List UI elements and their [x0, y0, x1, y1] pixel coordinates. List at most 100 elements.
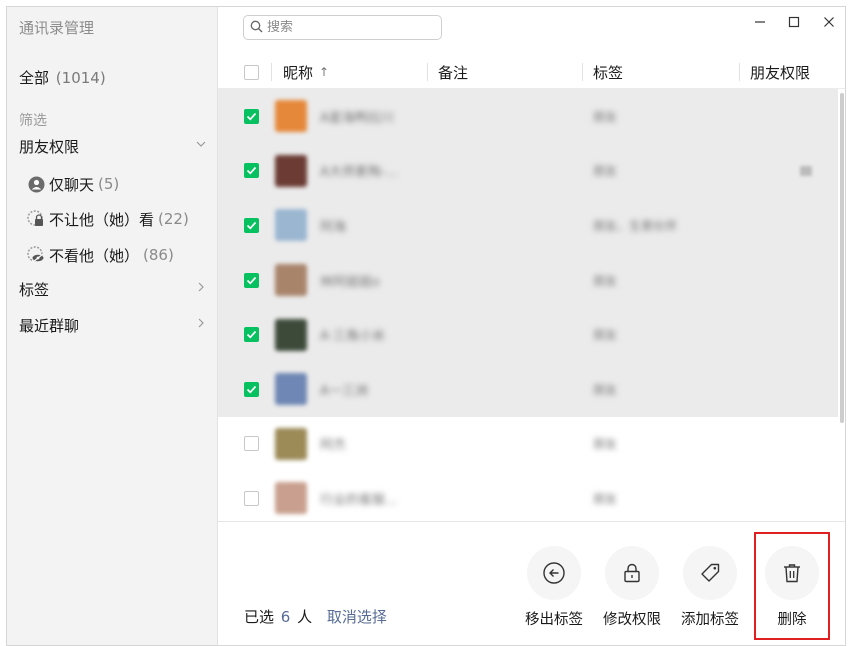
avatar [275, 154, 307, 187]
avatar [275, 100, 307, 133]
column-header-remark-label: 备注 [438, 63, 469, 82]
column-header-tags[interactable]: 标签 [593, 55, 623, 89]
contact-list: A星海鸭拉川 朋友 A大师素陶-... 朋友 阿海 朋友、生意伙伴 林阿姐姐o 朋友 A·三角小… [218, 89, 845, 521]
maximize-icon [788, 16, 800, 28]
row-checkbox[interactable] [244, 327, 259, 343]
selection-summary: 已选 6 人 取消选择 [244, 606, 387, 627]
search-input[interactable] [267, 20, 427, 35]
table-row[interactable]: A一三洲 朋友 [218, 362, 838, 417]
table-row[interactable]: 行业的客服... 朋友 [218, 471, 838, 521]
sidebar-item-all[interactable]: 全部 (1014) [19, 67, 106, 88]
row-checkbox[interactable] [244, 381, 259, 397]
modify-permission-button[interactable]: 修改权限 [597, 546, 667, 629]
column-header-remark[interactable]: 备注 [438, 55, 468, 89]
sidebar-group-recent-groups-label: 最近群聊 [19, 316, 80, 335]
table-row[interactable]: 阿杰 朋友 [218, 417, 838, 472]
row-checkbox[interactable] [244, 436, 259, 452]
contact-tags: 朋友 [593, 164, 618, 179]
contact-nickname: A·三角小米 [320, 329, 386, 345]
lock-icon [27, 210, 45, 228]
select-all-checkbox[interactable] [244, 64, 259, 80]
main-panel: 昵称 ↑ 备注 标签 朋友权限 A星海鸭拉川朋友A大师素陶-...朋友阿海朋友、… [218, 7, 845, 645]
column-header-friend-permission-label: 朋友权限 [750, 63, 811, 82]
sidebar-group-tags-label: 标签 [19, 280, 50, 299]
contact-tags: 朋友 [593, 491, 618, 506]
sidebar-item-hide-my-moments[interactable]: 不让他（她）看 (22) [27, 208, 189, 230]
table-header: 昵称 ↑ 备注 标签 朋友权限 [218, 55, 845, 89]
contacts-manager-window: 通讯录管理 全部 (1014) 筛选 朋友权限 仅聊天 (5) 不让他（她）看 … [6, 6, 846, 646]
contact-tags: 朋友、生意伙伴 [593, 218, 678, 233]
minimize-button[interactable] [746, 11, 774, 33]
column-header-nickname-label: 昵称 [283, 63, 314, 82]
chevron-right-icon [195, 317, 207, 333]
contact-tags: 朋友 [593, 328, 618, 343]
table-row[interactable]: 阿海 朋友、生意伙伴 [218, 198, 838, 253]
person-icon [27, 175, 45, 193]
selection-count: 6 [280, 608, 291, 626]
sidebar-group-friend-permission-label: 朋友权限 [19, 137, 80, 156]
avatar [275, 209, 307, 242]
column-divider [427, 63, 428, 81]
column-header-friend-permission[interactable]: 朋友权限 [750, 55, 810, 89]
table-row[interactable]: A·三角小米 朋友 [218, 307, 838, 362]
search-box[interactable] [243, 15, 442, 40]
contact-tags: 朋友 [593, 273, 618, 288]
row-checkbox[interactable] [244, 217, 259, 233]
contact-tags: 朋友 [593, 109, 618, 124]
lock-icon [624, 563, 640, 583]
filter-section-title: 筛选 [19, 113, 47, 129]
table-row[interactable]: A大师素陶-... 朋友 [218, 143, 838, 199]
sidebar-group-recent-groups[interactable]: 最近群聊 [19, 314, 207, 336]
row-checkbox[interactable] [244, 272, 259, 288]
row-checkbox[interactable] [244, 108, 259, 124]
column-header-tags-label: 标签 [593, 63, 624, 82]
add-tag-button[interactable]: 添加标签 [675, 546, 745, 629]
row-checkbox[interactable] [244, 163, 259, 179]
minimize-icon [755, 21, 765, 23]
contact-nickname: A星海鸭拉川 [320, 110, 394, 126]
remove-from-tag-circle [527, 546, 581, 600]
select-all-checkbox-cell [244, 55, 259, 89]
maximize-button[interactable] [780, 11, 808, 33]
selection-suffix: 人 [297, 608, 313, 626]
sidebar: 通讯录管理 全部 (1014) 筛选 朋友权限 仅聊天 (5) 不让他（她）看 … [7, 7, 218, 645]
selection-prefix: 已选 [244, 608, 275, 626]
row-checkbox[interactable] [244, 490, 259, 506]
app-title: 通讯录管理 [19, 19, 95, 37]
sidebar-item-hide-my-moments-label: 不让他（她）看 [49, 210, 155, 229]
remove-from-tag-label: 移出标签 [525, 612, 583, 628]
sidebar-group-tags[interactable]: 标签 [19, 278, 207, 300]
close-button[interactable] [815, 11, 843, 33]
eye-off-icon [27, 246, 45, 264]
sidebar-item-hide-my-moments-count: (22) [158, 210, 189, 228]
contact-nickname: 林阿姐姐o [320, 274, 380, 290]
sidebar-group-friend-permission[interactable]: 朋友权限 [19, 135, 207, 157]
contact-nickname: A大师素陶-... [320, 165, 398, 181]
sidebar-item-all-count: (1014) [55, 69, 106, 87]
contact-nickname: A一三洲 [320, 383, 368, 399]
avatar [275, 482, 307, 515]
column-divider [739, 63, 740, 81]
cancel-selection-link[interactable]: 取消选择 [327, 608, 387, 626]
sidebar-item-hide-their-moments-count: (86) [143, 246, 174, 264]
avatar [275, 427, 307, 460]
modify-permission-circle [605, 546, 659, 600]
sidebar-item-chat-only-label: 仅聊天 [49, 175, 95, 194]
scrollbar[interactable] [840, 93, 844, 423]
sidebar-item-all-label: 全部 [19, 69, 50, 87]
action-bar: 已选 6 人 取消选择 移出标签 修改权限 添加标签 删除 [218, 521, 845, 645]
remove-from-tag-button[interactable]: 移出标签 [519, 546, 589, 629]
contact-tags: 朋友 [593, 382, 618, 397]
sidebar-item-chat-only-count: (5) [98, 175, 120, 193]
chevron-right-icon [195, 281, 207, 297]
modify-permission-label: 修改权限 [603, 612, 661, 628]
contact-tags: 朋友 [593, 437, 618, 452]
table-row[interactable]: A星海鸭拉川 朋友 [218, 89, 838, 144]
sidebar-item-hide-their-moments-label: 不看他（她） [49, 246, 140, 265]
column-divider [582, 63, 583, 81]
sidebar-item-hide-their-moments[interactable]: 不看他（她） (86) [27, 244, 174, 266]
column-header-nickname[interactable]: 昵称 ↑ [283, 55, 329, 89]
table-row[interactable]: 林阿姐姐o 朋友 [218, 252, 838, 308]
sidebar-item-chat-only[interactable]: 仅聊天 (5) [27, 173, 119, 195]
avatar [275, 318, 307, 351]
